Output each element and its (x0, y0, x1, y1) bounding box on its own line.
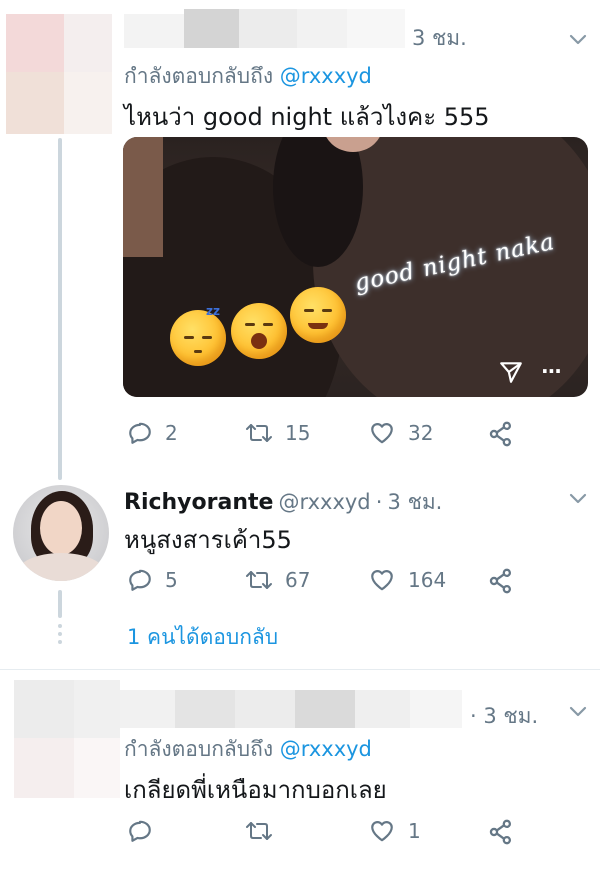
thread-dots (58, 624, 62, 648)
separator: · (375, 490, 383, 514)
drooling-face-emoji (290, 287, 346, 343)
replying-prefix: กำลังตอบกลับถึง (124, 64, 274, 88)
avatar-face (40, 501, 82, 555)
mention-link[interactable]: @rxxxyd (280, 64, 372, 88)
replying-to: กำลังตอบกลับถึง @rxxxyd (124, 60, 372, 93)
thread-line (58, 138, 62, 480)
chevron-down-icon[interactable] (566, 487, 590, 511)
retweet-count: 15 (285, 421, 311, 445)
like-count: 1 (408, 819, 421, 843)
like-count: 32 (408, 421, 434, 445)
display-name[interactable]: Richyorante (124, 490, 273, 515)
retweet-icon (246, 424, 272, 442)
tweet-text: ไหนว่า good night แล้วไงคะ 555 (124, 103, 490, 131)
reply-icon (129, 422, 151, 444)
retweet-icon (246, 822, 272, 840)
tweet-media[interactable]: zz good night naka ··· (123, 137, 588, 397)
share-icon[interactable] (487, 818, 515, 846)
divider (0, 669, 600, 670)
retweet-action[interactable]: 67 (245, 567, 310, 593)
chevron-down-icon[interactable] (566, 700, 590, 724)
share-icon[interactable] (487, 420, 515, 448)
timestamp[interactable]: 3 ชม. (412, 22, 467, 55)
heart-icon (371, 423, 393, 444)
reply-count: 5 (165, 568, 178, 592)
avatar[interactable] (13, 485, 109, 581)
like-action[interactable]: 32 (368, 420, 433, 446)
send-icon[interactable] (498, 359, 524, 385)
reply-count: 2 (165, 421, 178, 445)
chevron-down-icon[interactable] (566, 28, 590, 52)
yawning-face-emoji (231, 303, 287, 359)
retweet-count: 67 (285, 568, 311, 592)
more-options-icon[interactable]: ··· (541, 359, 562, 383)
avatar-shoulders (17, 553, 105, 581)
reply-action[interactable]: 2 (127, 420, 178, 446)
timestamp[interactable]: 3 ชม. (388, 490, 443, 514)
reply-action[interactable] (127, 818, 153, 844)
show-replies-link[interactable]: 1 คนได้ตอบกลับ (127, 621, 278, 654)
heart-icon (371, 570, 393, 591)
mention-link[interactable]: @rxxxyd (280, 737, 372, 761)
retweet-action[interactable] (245, 818, 273, 844)
replying-prefix: กำลังตอบกลับถึง (124, 737, 274, 761)
replying-to: กำลังตอบกลับถึง @rxxxyd (124, 733, 372, 766)
retweet-action[interactable]: 15 (245, 420, 310, 446)
like-action[interactable]: 1 (368, 818, 421, 844)
like-action[interactable]: 164 (368, 567, 446, 593)
user-handle[interactable]: @rxxxyd (279, 490, 371, 514)
tweet-text: เกลียดพี่เหนือมากบอกเลย (124, 776, 387, 804)
media-backdrop (123, 137, 163, 257)
reply-icon (129, 569, 151, 591)
sleeping-face-emoji: zz (170, 304, 226, 366)
tweet-text: หนูสงสารเค้า55 (124, 526, 292, 554)
heart-icon (371, 821, 393, 842)
like-count: 164 (408, 568, 447, 592)
retweet-icon (246, 571, 272, 589)
tweet-header: Richyorante @rxxxyd · 3 ชม. (124, 486, 442, 519)
timestamp[interactable]: · 3 ชม. (470, 700, 538, 733)
thread-line (58, 590, 62, 618)
share-icon[interactable] (487, 567, 515, 595)
reply-action[interactable]: 5 (127, 567, 178, 593)
reply-icon (129, 820, 151, 842)
